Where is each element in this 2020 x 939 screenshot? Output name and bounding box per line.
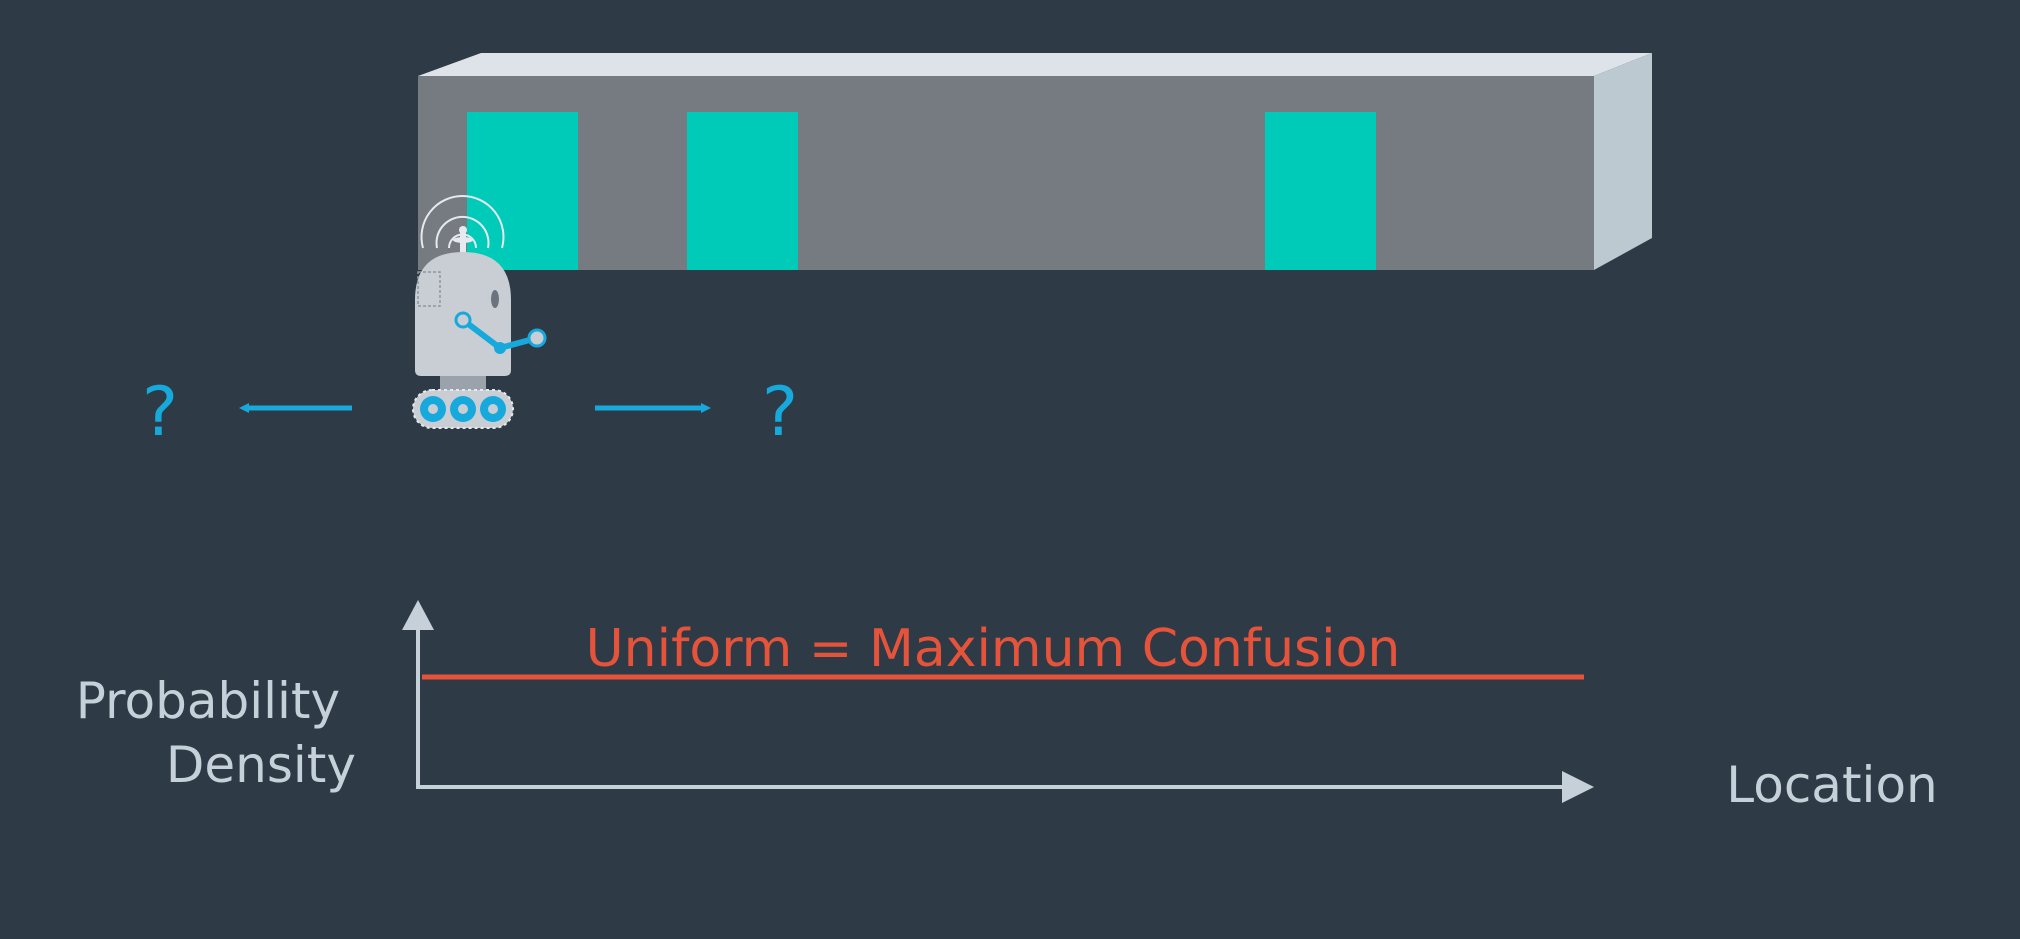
probability-chart: Uniform = Maximum Confusion Probability … <box>76 600 1938 814</box>
y-axis-label: Probability Density <box>76 672 356 794</box>
building-top <box>418 53 1652 76</box>
building <box>418 53 1652 270</box>
localization-diagram: ? ? Uniform = Maximum Confusion Probabil… <box>76 53 1938 814</box>
x-axis-label: Location <box>1726 756 1937 814</box>
x-axis-arrow-icon <box>1562 771 1594 803</box>
door-3 <box>1265 112 1376 270</box>
chart-title: Uniform = Maximum Confusion <box>586 619 1401 679</box>
y-axis-label-line-2: Density <box>166 736 356 794</box>
y-axis-label-line-1: Probability <box>76 672 340 730</box>
unknown-left-label: ? <box>142 373 178 452</box>
door-2 <box>687 112 798 270</box>
unknown-right-label: ? <box>762 373 798 452</box>
building-side <box>1594 53 1652 270</box>
door-1 <box>467 112 578 270</box>
y-axis-arrow-icon <box>402 600 434 630</box>
building-front <box>418 76 1594 270</box>
